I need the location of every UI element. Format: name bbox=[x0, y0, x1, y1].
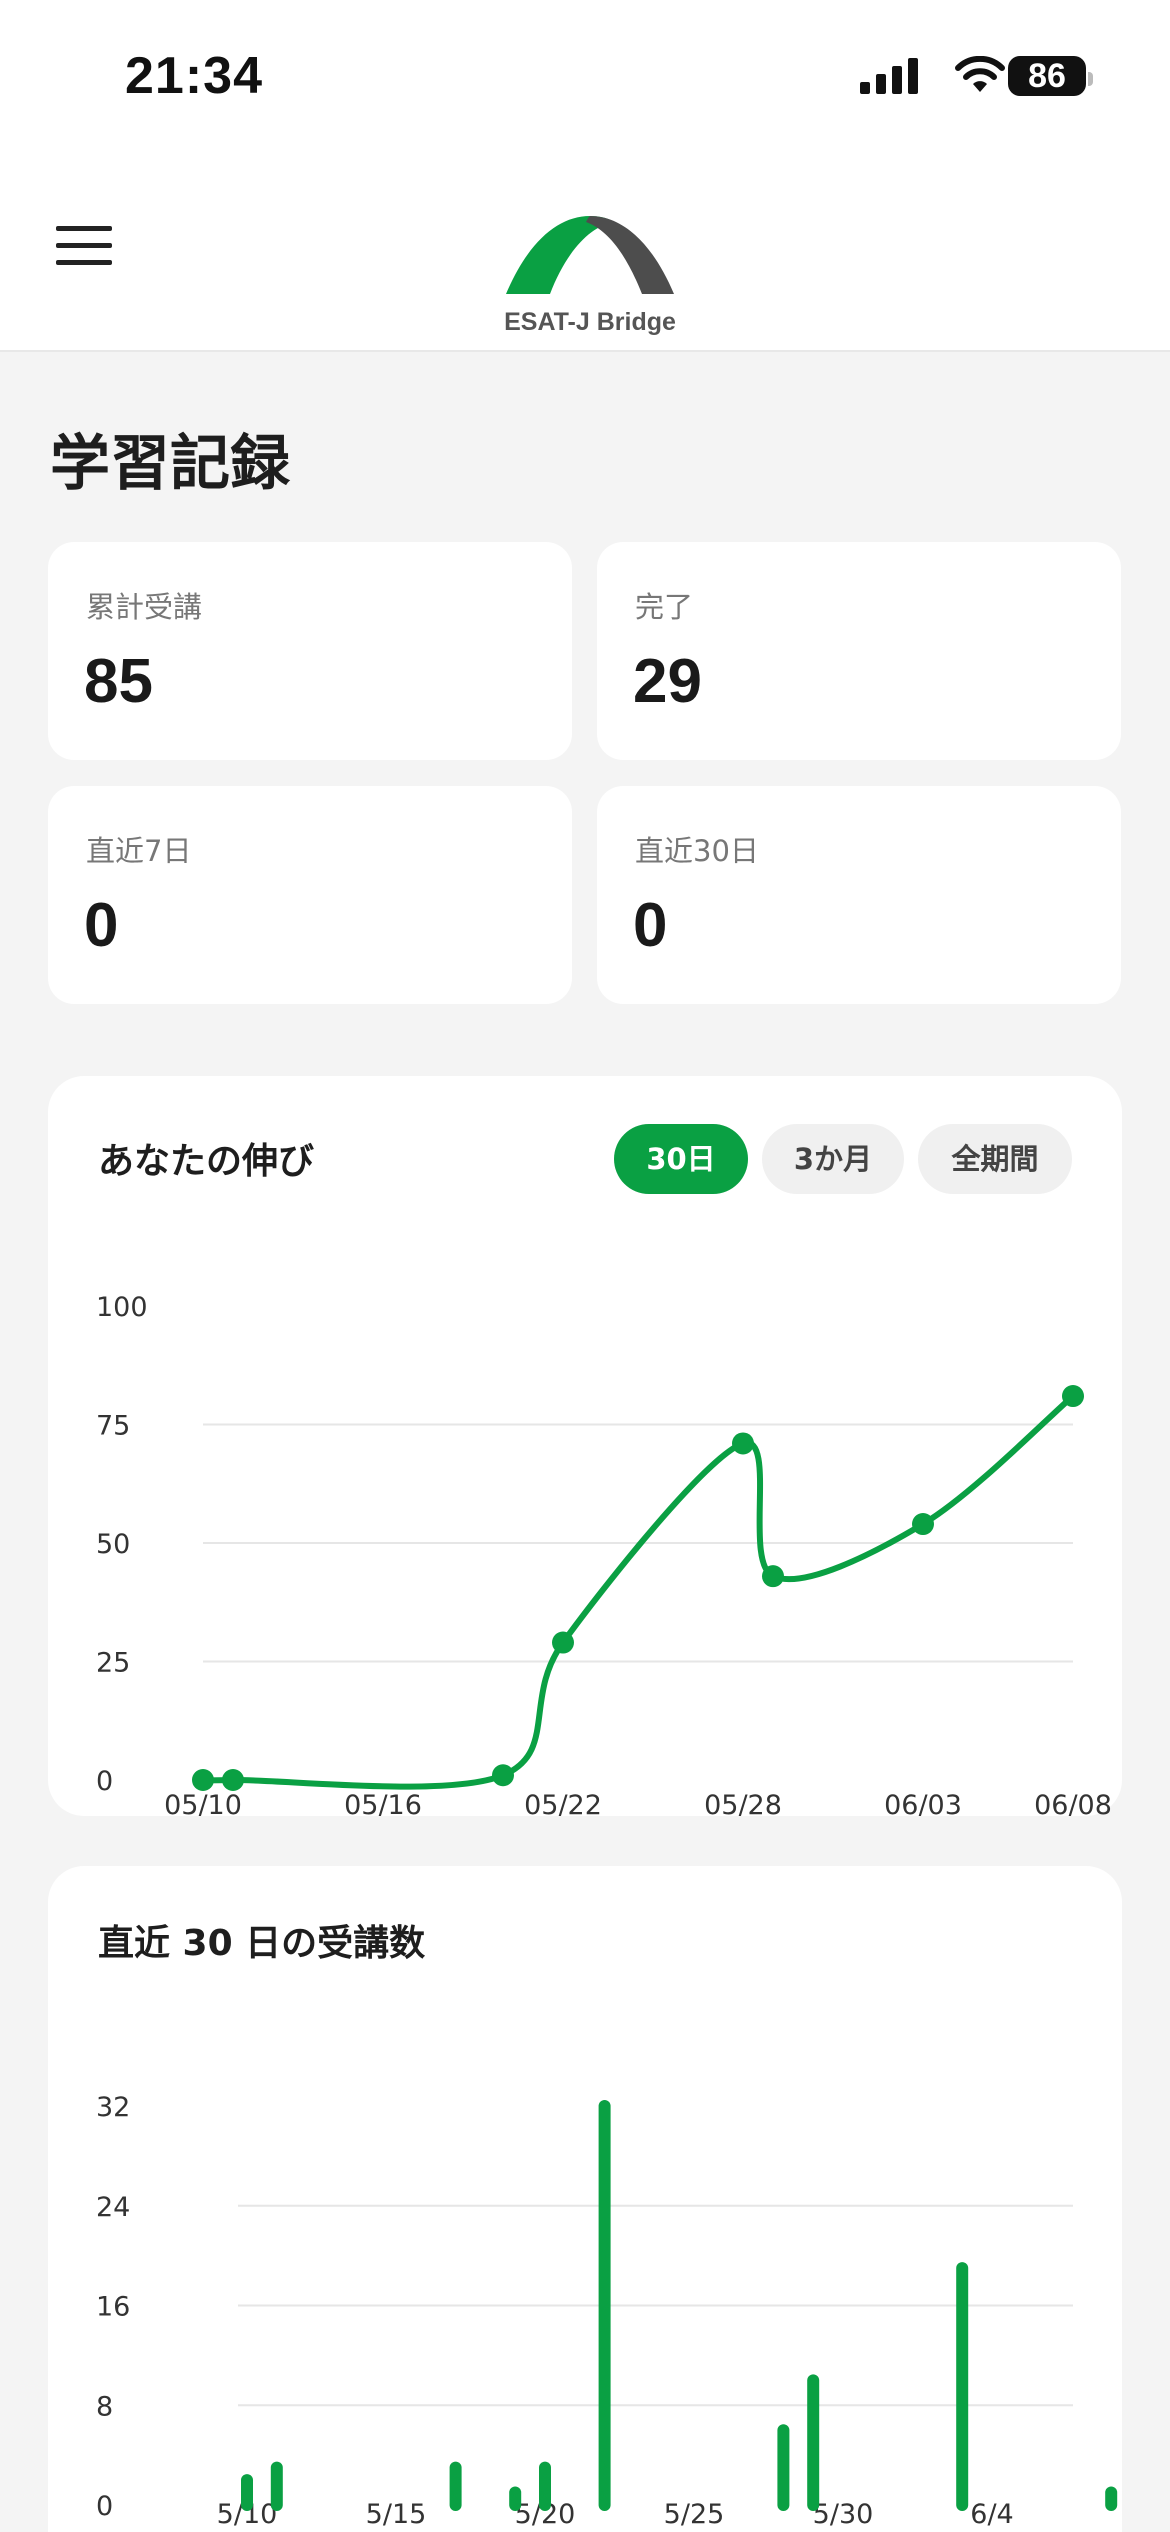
data-point bbox=[222, 1769, 244, 1791]
battery-icon: 86 bbox=[1008, 56, 1093, 96]
y-tick-label: 25 bbox=[96, 1648, 130, 1679]
stat-value: 85 bbox=[84, 647, 153, 716]
battery-level: 86 bbox=[1028, 57, 1066, 95]
data-point bbox=[732, 1432, 754, 1455]
y-tick-label: 0 bbox=[96, 2491, 113, 2522]
growth-line-chart: 0 25 50 75 100 05/10 05/16 05/22 05/28 06/03 06/08 bbox=[96, 1292, 1112, 1816]
data-point bbox=[912, 1513, 934, 1536]
growth-chart-title: あなたの伸び bbox=[98, 1141, 315, 1182]
logo: ESAT-J Bridge bbox=[480, 190, 700, 336]
x-tick-label: 05/16 bbox=[344, 1790, 422, 1816]
bridge-logo-icon bbox=[506, 216, 674, 294]
x-tick-label: 5/25 bbox=[664, 2499, 725, 2526]
growth-series-line bbox=[198, 1393, 1075, 1790]
y-tick-label: 100 bbox=[96, 1292, 148, 1323]
stat-card-last-30-days: 直近30日 0 bbox=[597, 786, 1121, 1004]
stat-label: 直近30日 bbox=[635, 834, 759, 868]
x-tick-label: 05/28 bbox=[704, 1790, 782, 1816]
logo-text: ESAT-J Bridge bbox=[504, 308, 676, 336]
x-tick-label: 05/22 bbox=[524, 1790, 602, 1816]
hamburger-menu-icon[interactable] bbox=[56, 226, 112, 270]
y-tick-label: 75 bbox=[96, 1411, 130, 1442]
stat-label: 直近7日 bbox=[86, 834, 192, 868]
x-tick-label: 05/10 bbox=[164, 1790, 242, 1816]
y-tick-label: 16 bbox=[96, 2292, 130, 2323]
growth-chart-card: あなたの伸び 30日 3か月 全期間 0 25 50 75 100 05/10 05/16 0… bbox=[48, 1076, 1122, 1816]
data-point bbox=[492, 1764, 514, 1787]
y-tick-label: 24 bbox=[96, 2192, 130, 2223]
x-tick-label: 06/08 bbox=[1034, 1790, 1112, 1816]
y-tick-label: 0 bbox=[96, 1766, 113, 1797]
app-header: ESAT-J Bridge bbox=[0, 150, 1170, 352]
y-tick-label: 8 bbox=[96, 2391, 113, 2422]
stat-card-last-7-days: 直近7日 0 bbox=[48, 786, 572, 1004]
page-title: 学習記録 bbox=[50, 429, 290, 499]
x-tick-label: 06/03 bbox=[884, 1790, 962, 1816]
stat-value: 0 bbox=[633, 891, 668, 960]
y-tick-label: 50 bbox=[96, 1529, 130, 1560]
range-tab-30-days[interactable]: 30日 bbox=[614, 1124, 748, 1194]
status-bar: 21:34 86 bbox=[0, 0, 1170, 150]
x-tick-label: 5/15 bbox=[366, 2499, 427, 2526]
sessions-bar-chart: 081624325/10 5/15 5/20 5/25 5/30 6/4 bbox=[96, 2092, 1118, 2526]
stat-label: 累計受講 bbox=[86, 590, 203, 624]
cellular-signal-icon bbox=[860, 58, 918, 94]
data-point bbox=[1062, 1385, 1084, 1408]
data-point bbox=[552, 1631, 574, 1654]
x-tick-label: 5/30 bbox=[813, 2499, 874, 2526]
wifi-icon bbox=[955, 56, 1005, 92]
x-tick-label: 6/4 bbox=[970, 2499, 1013, 2526]
status-time: 21:34 bbox=[125, 47, 263, 105]
range-tab-all-time[interactable]: 全期間 bbox=[918, 1124, 1072, 1194]
stat-value: 29 bbox=[633, 647, 702, 716]
y-tick-label: 32 bbox=[96, 2092, 130, 2123]
sessions-chart-card: 直近 30 日の受講数 0 8 16 24 32 5/10 5/15 5/20 5/25 5/30… bbox=[48, 1866, 1122, 2532]
sessions-chart-title: 直近 30 日の受講数 bbox=[98, 1923, 426, 1964]
data-point bbox=[762, 1565, 784, 1588]
range-tab-3-months[interactable]: 3か月 bbox=[762, 1124, 904, 1194]
data-point bbox=[192, 1769, 214, 1791]
stat-card-total: 累計受講 85 bbox=[48, 542, 572, 760]
stat-label: 完了 bbox=[635, 590, 694, 624]
stat-value: 0 bbox=[84, 891, 119, 960]
stat-card-completed: 完了 29 bbox=[597, 542, 1121, 760]
